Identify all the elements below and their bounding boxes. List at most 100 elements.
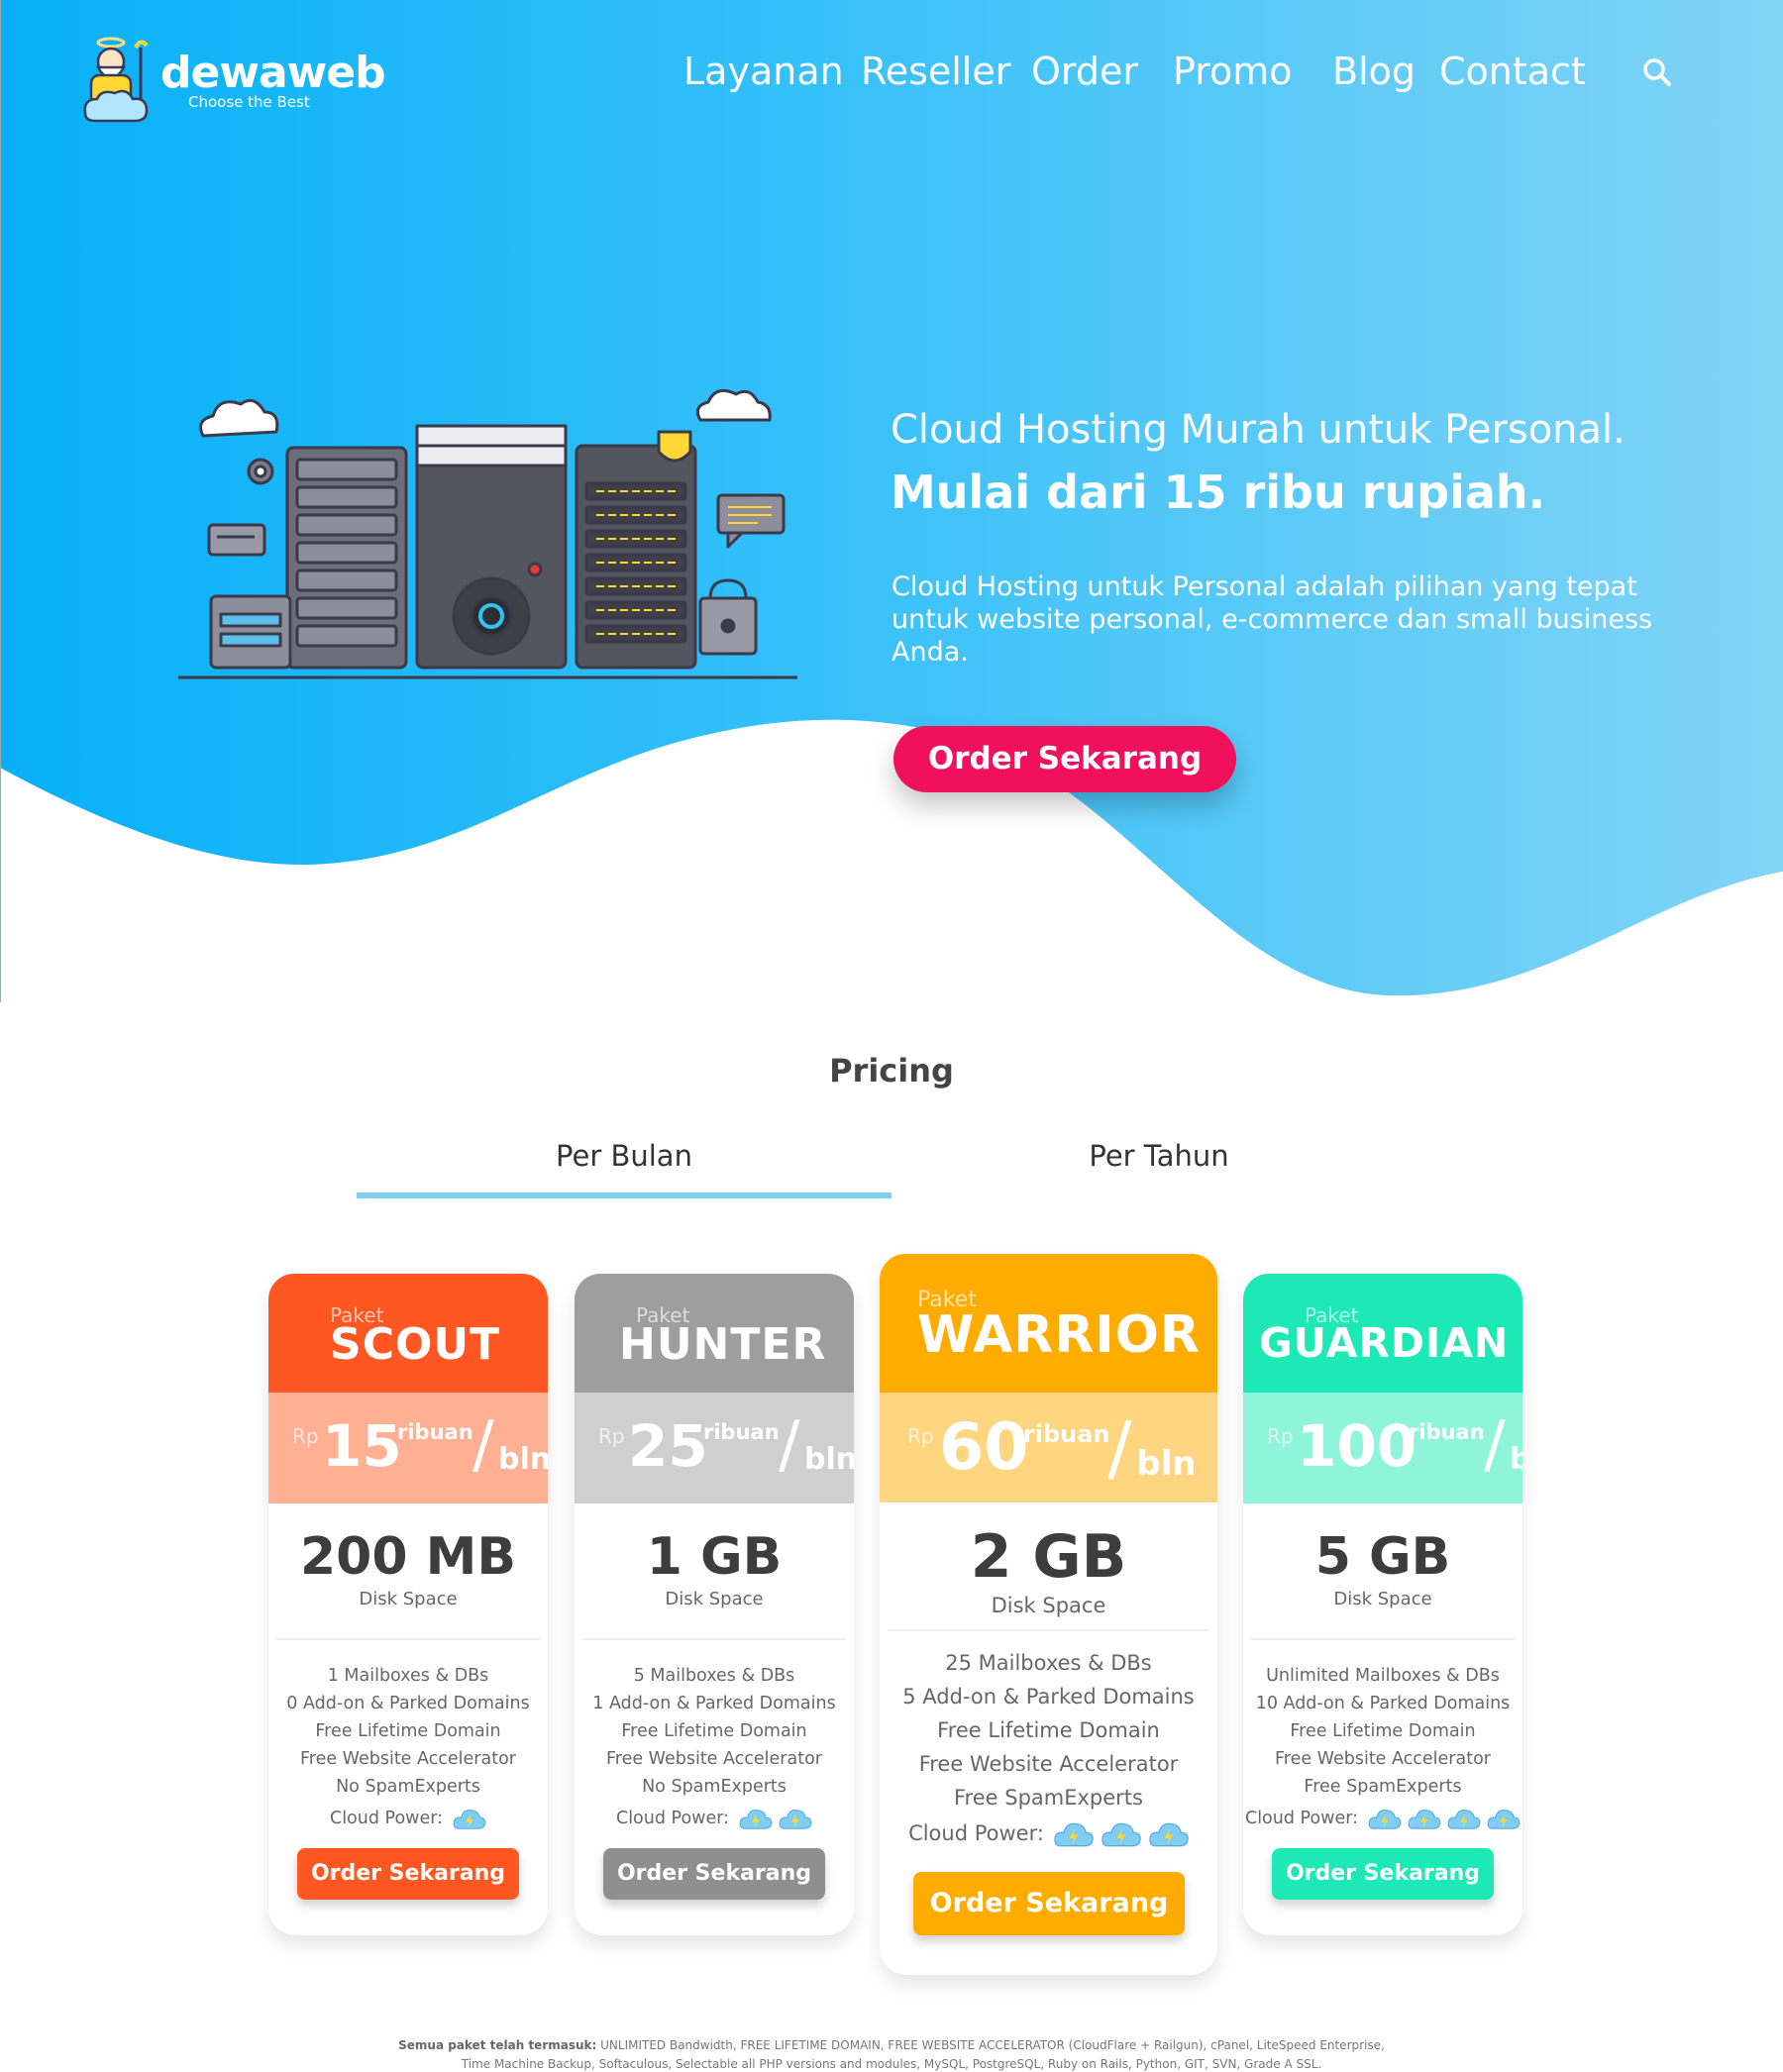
price-currency: Rp	[1267, 1424, 1294, 1448]
card-header: Paket GUARDIAN	[1243, 1274, 1522, 1393]
server-illustration	[178, 388, 797, 679]
cloud-power-row: Cloud Power:	[1243, 1807, 1522, 1830]
cloud-power-icon	[1368, 1810, 1402, 1829]
card-header: Paket WARRIOR	[880, 1254, 1217, 1393]
price-currency: Rp	[292, 1424, 319, 1448]
logo-mascot-icon	[83, 37, 149, 123]
price-slash: /	[1484, 1408, 1506, 1482]
card-price-band: Rp 60 ribuan / bln	[880, 1393, 1217, 1502]
feature-item: Free Lifetime Domain	[937, 1718, 1160, 1742]
nav-item-blog[interactable]: Blog	[1332, 50, 1416, 93]
nav-item-order[interactable]: Order	[1031, 50, 1138, 93]
nav-item-reseller[interactable]: Reseller	[861, 50, 1010, 93]
pricing-card-scout: Paket SCOUT Rp 15 ribuan / bln 200 MB Disk Space…	[268, 1274, 548, 1935]
price-period: bln	[804, 1442, 854, 1477]
cloud-power-icon	[453, 1810, 486, 1829]
tab-per-tahun[interactable]: Per Tahun	[892, 1139, 1426, 1173]
logo-wordmark: dewaweb	[160, 48, 386, 98]
feature-item: Free Lifetime Domain	[621, 1721, 807, 1741]
order-button-guardian[interactable]: Order Sekarang	[1272, 1848, 1494, 1900]
card-plan-name: HUNTER	[619, 1319, 827, 1370]
cloud-power-icon	[739, 1810, 773, 1829]
order-button-warrior[interactable]: Order Sekarang	[913, 1872, 1185, 1935]
card-divider	[276, 1638, 540, 1640]
feature-item: Unlimited Mailboxes & DBs	[1266, 1666, 1500, 1686]
hero-title: Cloud Hosting Murah untuk Personal.	[891, 407, 1626, 453]
cloud-power-label: Cloud Power:	[329, 1809, 444, 1828]
price-currency: Rp	[907, 1424, 934, 1448]
price-slash: /	[1107, 1406, 1132, 1490]
feature-item: Free Lifetime Domain	[315, 1721, 501, 1741]
card-price-band: Rp100ribuan/ bln	[1243, 1393, 1522, 1503]
cloud-power-icon	[1447, 1810, 1481, 1829]
feature-item: Free Website Accelerator	[918, 1752, 1179, 1776]
price-currency: Rp	[598, 1424, 625, 1448]
price-unit: ribuan	[703, 1420, 780, 1444]
feature-item: No SpamExperts	[336, 1777, 480, 1797]
cloud-power-icon	[1487, 1810, 1521, 1829]
card-disk-space: 5 GB	[1314, 1527, 1451, 1587]
active-tab-indicator	[357, 1192, 892, 1198]
price-period: bln	[498, 1442, 548, 1477]
hero-subtitle: Mulai dari 15 ribu rupiah.	[891, 466, 1546, 519]
cloud-power-row: Cloud Power:	[880, 1819, 1217, 1848]
cloud-power-icon	[1149, 1822, 1189, 1847]
footnote-text: UNLIMITED Bandwidth, FREE LIFETIME DOMAI…	[461, 2038, 1385, 2071]
price-amount: 25	[628, 1412, 708, 1480]
price-period: bln	[1136, 1444, 1197, 1484]
feature-item: 25 Mailboxes & DBs	[945, 1651, 1152, 1675]
logo-tagline: Choose the Best	[188, 93, 310, 111]
pricing-card-warrior: Paket WARRIOR Rp 60 ribuan / bln 2 GB Disk Space…	[880, 1254, 1217, 1975]
cloud-power-icon	[1101, 1822, 1141, 1847]
card-disk-label: Disk Space	[1333, 1589, 1432, 1609]
price-slash: /	[779, 1408, 800, 1482]
cloud-power-label: Cloud Power:	[1244, 1809, 1359, 1828]
card-header: Paket HUNTER	[575, 1274, 854, 1393]
feature-item: Free Website Accelerator	[299, 1749, 516, 1769]
card-plan-name: GUARDIAN	[1259, 1319, 1510, 1367]
brand-logo[interactable]: dewaweb Choose the Best	[81, 30, 386, 129]
cloud-power-row: Cloud Power:	[575, 1807, 854, 1830]
cloud-power-icon	[779, 1810, 812, 1829]
price-period: bln	[1510, 1442, 1522, 1477]
card-plan-name: SCOUT	[330, 1319, 501, 1370]
feature-item: 5 Add-on & Parked Domains	[902, 1685, 1195, 1709]
cloud-power-icon	[1408, 1810, 1441, 1829]
cloud-power-label: Cloud Power:	[615, 1809, 730, 1828]
hero-order-button[interactable]: Order Sekarang	[893, 726, 1236, 792]
price-amount: 15	[322, 1412, 402, 1480]
card-divider	[1251, 1638, 1515, 1640]
card-disk-label: Disk Space	[665, 1589, 764, 1609]
feature-item: Free Lifetime Domain	[1290, 1721, 1476, 1741]
card-price-band: Rp 25 ribuan / bln	[575, 1393, 854, 1503]
price-amount: 60	[939, 1410, 1029, 1485]
card-divider	[582, 1638, 846, 1640]
price-unit: ribuan	[1022, 1420, 1110, 1448]
order-button-scout[interactable]: Order Sekarang	[297, 1848, 519, 1900]
card-divider	[888, 1629, 1209, 1631]
nav-item-contact[interactable]: Contact	[1439, 50, 1586, 93]
pricing-card-guardian: PaketGUARDIAN Rp100ribuan/ bln 5 GBDisk Spa…	[1243, 1274, 1522, 1935]
price-unit: ribuan	[397, 1420, 473, 1444]
pricing-card-hunter: Paket HUNTER Rp 25 ribuan / bln 1 GB Disk Space 5…	[575, 1274, 854, 1935]
card-disk-label: Disk Space	[359, 1589, 458, 1609]
card-plan-name: WARRIOR	[917, 1305, 1201, 1365]
card-disk-space: 200 MB	[299, 1527, 517, 1587]
feature-item: 1 Mailboxes & DBs	[327, 1666, 489, 1686]
page-edge	[0, 0, 1, 1002]
card-disk-space: 1 GB	[646, 1527, 783, 1587]
hero-section: dewaweb Choose the Best Layanan Reseller…	[0, 0, 1783, 1005]
feature-item: Free SpamExperts	[1304, 1777, 1462, 1797]
cloud-power-icon	[1054, 1822, 1094, 1847]
hero-description: Cloud Hosting untuk Personal adalah pili…	[892, 571, 1653, 668]
nav-item-promo[interactable]: Promo	[1173, 50, 1293, 93]
feature-item: Free Website Accelerator	[1274, 1749, 1491, 1769]
search-icon[interactable]	[1642, 57, 1672, 87]
feature-item: Free Website Accelerator	[605, 1749, 822, 1769]
price-unit: ribuan	[1409, 1420, 1485, 1444]
pricing-title: Pricing	[829, 1052, 954, 1089]
nav-item-layanan[interactable]: Layanan	[683, 50, 844, 93]
order-button-hunter[interactable]: Order Sekarang	[603, 1848, 825, 1900]
tab-per-bulan[interactable]: Per Bulan	[357, 1139, 892, 1173]
card-disk-space: 2 GB	[970, 1522, 1127, 1592]
